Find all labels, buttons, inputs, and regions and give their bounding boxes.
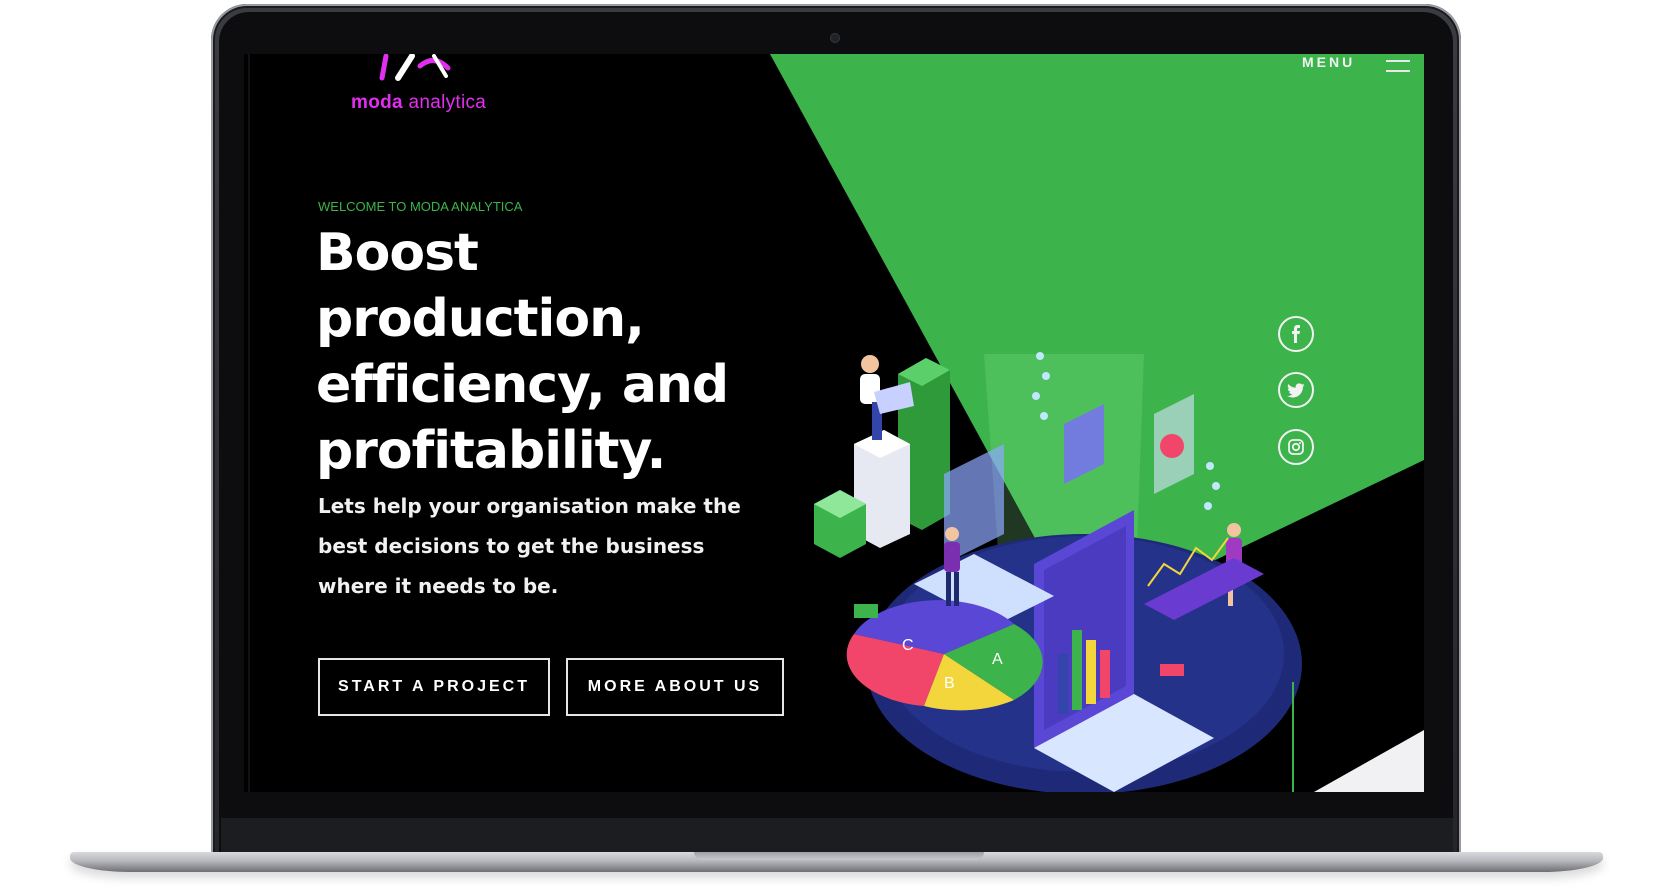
left-divider [248, 54, 250, 792]
laptop-chin [221, 818, 1453, 854]
subtext-line: where it needs to be. [318, 574, 559, 598]
pie-label-a: A [992, 651, 1003, 668]
pie-label-c: C [902, 637, 914, 654]
camera-icon [831, 34, 839, 42]
headline-line: production, [316, 289, 645, 349]
website-screen: moda analytica MENU WELCOME TO MODA ANAL… [244, 54, 1424, 792]
start-project-button[interactable]: START A PROJECT [318, 658, 550, 716]
headline-line: profitability. [316, 421, 666, 481]
pie-label-b: B [944, 675, 955, 692]
logo-mark-icon[interactable] [364, 54, 494, 84]
menu-label[interactable]: MENU [1302, 54, 1355, 70]
subtext-line: best decisions to get the business [318, 534, 705, 558]
laptop-notch [694, 852, 984, 860]
hero-eyebrow: WELCOME TO MODA ANALYTICA [318, 199, 523, 214]
more-about-us-button[interactable]: MORE ABOUT US [566, 658, 784, 716]
headline-line: efficiency, and [316, 355, 729, 415]
logo-text-bold: moda [351, 92, 403, 113]
accent-divider-line [1292, 682, 1294, 792]
hero-headline: Boost production, efficiency, and profit… [316, 220, 836, 484]
isometric-analytics-illustration: C A B [814, 352, 1302, 792]
logo-text-light: analytica [408, 92, 487, 113]
hero-subtext: Lets help your organisation make the bes… [318, 486, 788, 606]
hamburger-menu-icon[interactable] [1386, 58, 1410, 74]
subtext-line: Lets help your organisation make the [318, 494, 741, 518]
logo-wordmark[interactable]: moda analytica [351, 92, 486, 114]
headline-line: Boost [316, 223, 479, 283]
